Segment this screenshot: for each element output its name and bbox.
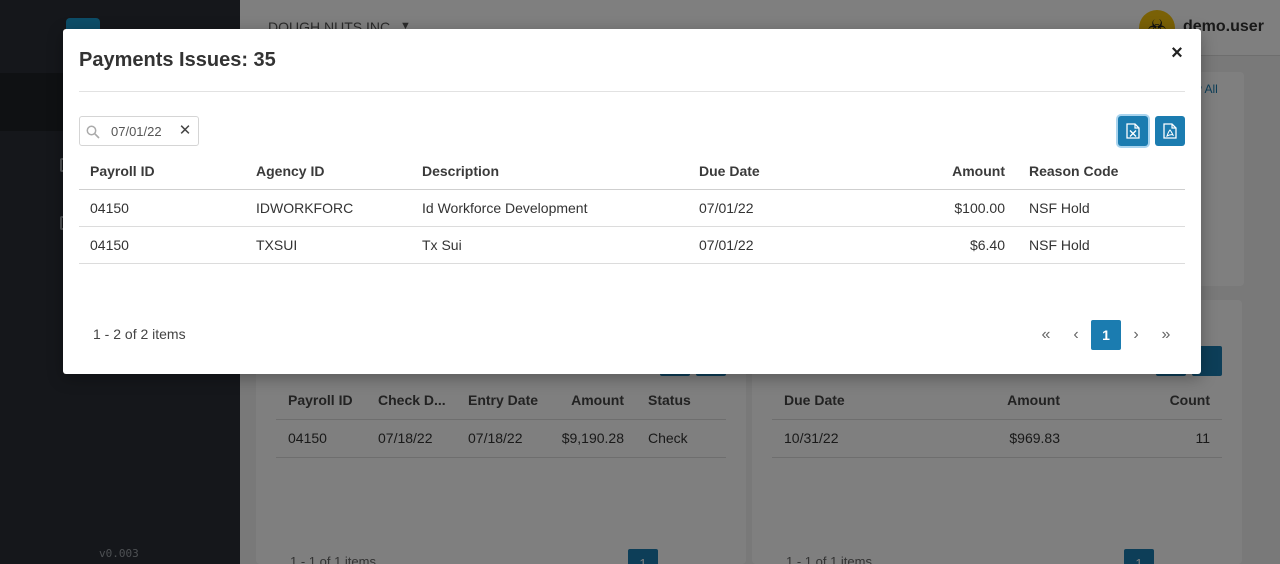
table-cell: TXSUI — [256, 237, 298, 253]
table-row[interactable]: 04150 IDWORKFORC Id Workforce Developmen… — [79, 190, 1185, 227]
payment-issues-modal: Payments Issues: 35 × 07/01/22 ✕ Payroll… — [63, 29, 1201, 374]
export-excel-button[interactable] — [1118, 116, 1148, 146]
table-cell: 07/01/22 — [699, 237, 754, 253]
table-cell: 04150 — [90, 237, 129, 253]
column-header-payroll-id[interactable]: Payroll ID — [79, 163, 245, 179]
column-header-agency-id[interactable]: Agency ID — [245, 163, 411, 179]
table-cell: Tx Sui — [422, 237, 462, 253]
column-header-description[interactable]: Description — [411, 163, 688, 179]
divider — [79, 91, 1185, 92]
clear-icon[interactable]: ✕ — [178, 122, 192, 140]
table-row[interactable]: 04150 TXSUI Tx Sui 07/01/22 $6.40 NSF Ho… — [79, 227, 1185, 264]
table-cell: NSF Hold — [1029, 200, 1090, 216]
pagination: « ‹ 1 › » — [1031, 320, 1181, 350]
column-header-due-date[interactable]: Due Date — [688, 163, 838, 179]
pdf-file-icon — [1163, 123, 1177, 139]
table-cell: $6.40 — [969, 237, 1005, 253]
search-value[interactable]: 07/01/22 — [111, 124, 173, 139]
search-icon — [86, 125, 100, 139]
current-page-button[interactable]: 1 — [1091, 320, 1121, 350]
payment-issues-table: Payroll ID Agency ID Description Due Dat… — [79, 153, 1185, 264]
table-cell: Id Workforce Development — [422, 200, 588, 216]
search-input[interactable]: 07/01/22 ✕ — [79, 116, 199, 146]
last-page-icon[interactable]: » — [1151, 320, 1181, 350]
column-header-amount[interactable]: Amount — [838, 163, 1018, 179]
table-header: Payroll ID Agency ID Description Due Dat… — [79, 153, 1185, 190]
table-cell: NSF Hold — [1029, 237, 1090, 253]
excel-file-icon — [1126, 123, 1140, 139]
table-cell: IDWORKFORC — [256, 200, 354, 216]
close-icon[interactable]: × — [1167, 43, 1187, 63]
next-page-icon[interactable]: › — [1121, 320, 1151, 350]
column-header-reason-code[interactable]: Reason Code — [1018, 163, 1185, 179]
table-cell: $100.00 — [954, 200, 1005, 216]
first-page-icon[interactable]: « — [1031, 320, 1061, 350]
pager-info: 1 - 2 of 2 items — [93, 326, 186, 342]
table-cell: 07/01/22 — [699, 200, 754, 216]
modal-title: Payments Issues: 35 — [79, 49, 276, 71]
export-pdf-button[interactable] — [1155, 116, 1185, 146]
previous-page-icon[interactable]: ‹ — [1061, 320, 1091, 350]
table-cell: 04150 — [90, 200, 129, 216]
